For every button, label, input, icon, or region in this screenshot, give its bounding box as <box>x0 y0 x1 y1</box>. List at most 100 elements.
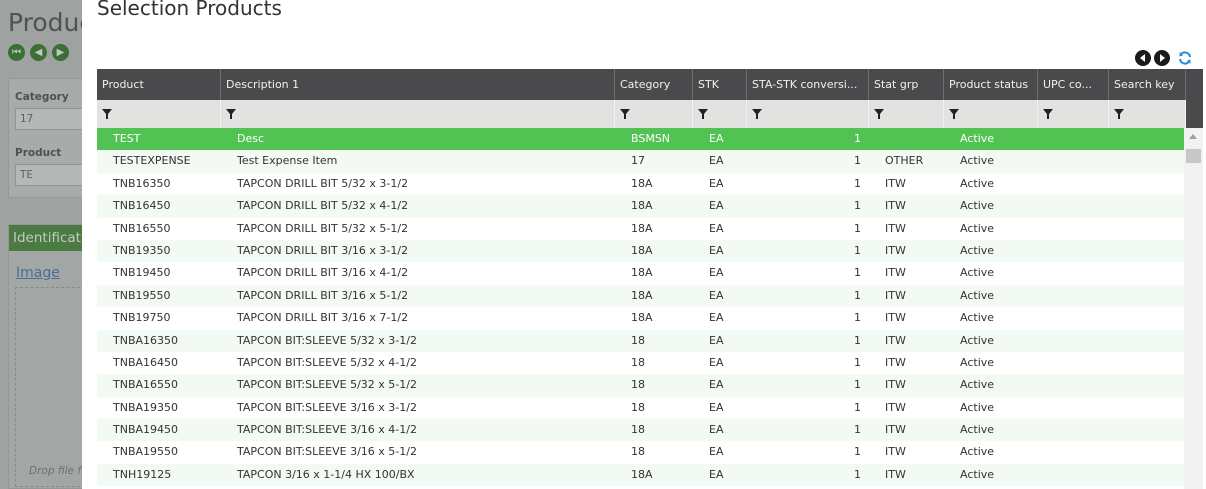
filter-icon[interactable] <box>944 100 1038 128</box>
filter-icon[interactable] <box>1038 100 1109 128</box>
cell-stat-grp: ITW <box>885 199 906 213</box>
cell-product: TNB19350 <box>113 243 171 257</box>
cell-product-status: Active <box>960 467 995 481</box>
table-row[interactable]: TNH19125 TAPCON 3/16 x 1-1/4 HX 100/BX 18A… <box>97 463 1184 487</box>
cell-search-key <box>1109 307 1184 329</box>
filter-icon[interactable] <box>693 100 747 128</box>
table-row[interactable]: TNBA19450 TAPCON BIT:SLEEVE 3/16 x 4-1/2 1… <box>97 419 1184 442</box>
cell-stat-grp: ITW <box>885 400 906 414</box>
file-drop-zone[interactable] <box>15 287 82 487</box>
refresh-icon[interactable] <box>1176 49 1194 67</box>
grid-header: Product Description 1 Category STK STA-S… <box>97 69 1186 100</box>
first-icon[interactable]: ⏮ <box>8 44 25 61</box>
table-row[interactable]: TNB16550 TAPCON DRILL BIT 5/32 x 5-1/2 18A… <box>97 217 1184 240</box>
table-row[interactable]: TNB19450 TAPCON DRILL BIT 3/16 x 4-1/2 18A… <box>97 262 1184 285</box>
column-header-stat-grp[interactable]: Stat grp <box>869 69 944 100</box>
grid-toolbar <box>1135 49 1194 67</box>
cell-category: 18 <box>631 355 645 369</box>
column-header-product-status[interactable]: Product status <box>944 69 1038 100</box>
scroll-thumb[interactable] <box>1186 149 1201 163</box>
cell-conversion: 1 <box>854 467 861 481</box>
table-row[interactable]: TNB16350 TAPCON DRILL BIT 5/32 x 3-1/2 18A… <box>97 172 1184 196</box>
cell-description: TAPCON DRILL BIT 5/32 x 5-1/2 <box>237 221 409 235</box>
filter-icon[interactable] <box>615 100 693 128</box>
filter-icon[interactable] <box>869 100 944 128</box>
cell-stat-grp: ITW <box>885 467 906 481</box>
table-row[interactable]: TNBA16450 TAPCON BIT:SLEEVE 5/32 x 4-1/2 1… <box>97 351 1184 375</box>
table-row[interactable]: TNB19550 TAPCON DRILL BIT 3/16 x 5-1/2 18A… <box>97 284 1184 308</box>
column-header-upc[interactable]: UPC co... <box>1038 69 1109 100</box>
table-row[interactable]: TEST Desc BSMSN EA 1 Active <box>97 128 1184 151</box>
column-header-stk[interactable]: STK <box>693 69 747 100</box>
cell-search-key <box>1109 150 1184 172</box>
cell-stat-grp: OTHER <box>885 154 924 168</box>
cell-category: 18A <box>631 199 653 213</box>
cell-category: 18 <box>631 378 645 392</box>
cell-stat-grp: ITW <box>885 333 906 347</box>
scrollbar-header <box>1186 69 1203 128</box>
cell-description: TAPCON BIT:SLEEVE 5/32 x 4-1/2 <box>237 355 417 369</box>
filter-icon[interactable] <box>1109 100 1186 128</box>
image-link[interactable]: Image <box>16 265 60 281</box>
cell-conversion: 1 <box>854 154 861 168</box>
table-row[interactable]: TESTEXPENSE Test Expense Item 17 EA 1 OTHER Ac… <box>97 150 1184 173</box>
vertical-scrollbar[interactable] <box>1184 128 1203 489</box>
category-field[interactable]: 17 <box>15 108 82 130</box>
chevron-left-icon[interactable] <box>1135 50 1151 66</box>
cell-product-status: Active <box>960 221 995 235</box>
cell-product: TNB19550 <box>113 288 171 302</box>
cell-description: TAPCON DRILL BIT 3/16 x 3-1/2 <box>237 243 409 257</box>
filter-icon[interactable] <box>221 100 615 128</box>
cell-category: BSMSN <box>631 132 671 145</box>
cell-category: 18A <box>631 176 653 190</box>
cell-stk: EA <box>709 176 724 190</box>
column-header-description[interactable]: Description 1 <box>221 69 615 100</box>
table-row[interactable]: TNBA16550 TAPCON BIT:SLEEVE 5/32 x 5-1/2 1… <box>97 374 1184 397</box>
cell-description: TAPCON DRILL BIT 3/16 x 4-1/2 <box>237 266 409 280</box>
cell-product: TNBA16550 <box>113 378 179 392</box>
scroll-up-arrow-icon[interactable] <box>1189 134 1197 139</box>
product-field[interactable]: TE <box>15 164 82 186</box>
products-grid: Product Description 1 Category STK STA-S… <box>97 69 1203 489</box>
cell-product: TNB16450 <box>113 199 171 213</box>
column-header-conversion[interactable]: STA-STK conversi... <box>747 69 869 100</box>
table-row[interactable]: TNB19750 TAPCON DRILL BIT 3/16 x 7-1/2 18A… <box>97 307 1184 330</box>
cell-product-status: Active <box>960 378 995 392</box>
cell-description: TAPCON DRILL BIT 5/32 x 4-1/2 <box>237 199 409 213</box>
table-row[interactable]: TNB19350 TAPCON DRILL BIT 3/16 x 3-1/2 18A… <box>97 239 1184 263</box>
column-header-category[interactable]: Category <box>615 69 693 100</box>
cell-search-key <box>1109 173 1184 195</box>
table-row[interactable]: TNB16450 TAPCON DRILL BIT 5/32 x 4-1/2 18A… <box>97 195 1184 218</box>
cell-stat-grp: ITW <box>885 288 906 302</box>
category-label: Category <box>15 91 69 103</box>
cell-product-status: Active <box>960 333 995 347</box>
cell-description: Desc <box>237 132 265 145</box>
filter-icon[interactable] <box>97 100 221 128</box>
cell-category: 18A <box>631 467 653 481</box>
cell-product: TNBA19350 <box>113 400 179 414</box>
cell-search-key <box>1109 128 1184 150</box>
table-row[interactable]: TNBA16350 TAPCON BIT:SLEEVE 5/32 x 3-1/2 1… <box>97 329 1184 352</box>
cell-product: TNH19125 <box>113 467 172 481</box>
cell-category: 18A <box>631 288 653 302</box>
background-page: Produc ⏮ ◀ ▶ Category 17 Product TE Iden… <box>0 0 82 489</box>
cell-upc <box>1038 441 1109 463</box>
filter-icon[interactable] <box>747 100 869 128</box>
chevron-right-icon[interactable] <box>1154 50 1170 66</box>
cell-conversion: 1 <box>854 288 861 302</box>
next-icon[interactable]: ▶ <box>52 44 69 61</box>
cell-search-key <box>1109 419 1184 441</box>
cell-product-status: Active <box>960 266 995 280</box>
table-row[interactable]: TNBA19350 TAPCON BIT:SLEEVE 3/16 x 3-1/2 1… <box>97 396 1184 420</box>
cell-stat-grp: ITW <box>885 311 906 325</box>
cell-category: 18A <box>631 311 653 325</box>
product-label: Product <box>15 147 62 159</box>
column-header-product[interactable]: Product <box>97 69 221 100</box>
cell-conversion: 1 <box>854 423 861 437</box>
table-row[interactable]: TNBA19550 TAPCON BIT:SLEEVE 3/16 x 5-1/2 1… <box>97 441 1184 464</box>
cell-category: 18A <box>631 243 653 257</box>
previous-icon[interactable]: ◀ <box>30 44 47 61</box>
cell-stk: EA <box>709 199 724 213</box>
column-header-search-key[interactable]: Search key <box>1109 69 1186 100</box>
identification-section: Identificat Image Drop file fi <box>8 224 82 489</box>
